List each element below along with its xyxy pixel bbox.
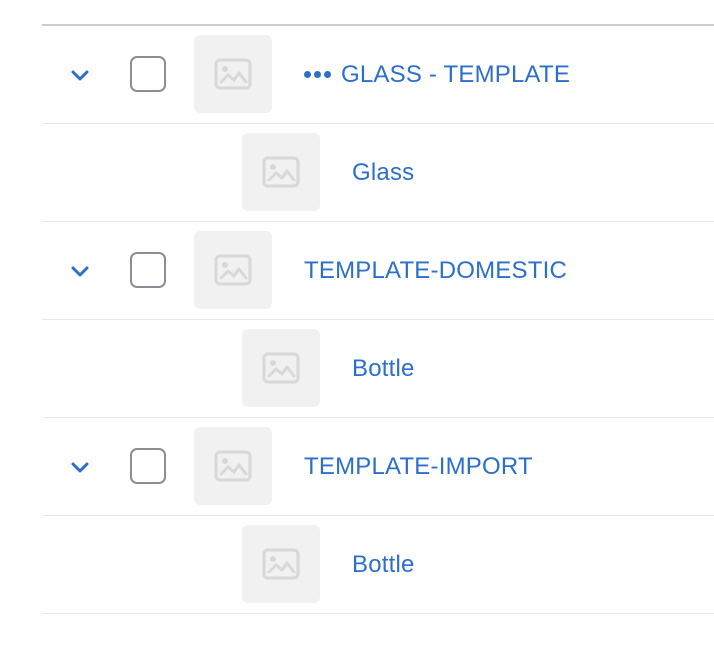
product-row: TEMPLATE-IMPORT xyxy=(42,418,714,516)
variant-thumbnail xyxy=(242,329,320,407)
variant-title-link[interactable]: Glass xyxy=(352,124,414,221)
image-placeholder-icon xyxy=(214,254,252,286)
product-thumbnail xyxy=(194,427,272,505)
product-thumbnail xyxy=(194,231,272,309)
image-placeholder-icon xyxy=(214,58,252,90)
product-row: GLASS - TEMPLATE xyxy=(42,26,714,124)
variant-row: Glass xyxy=(42,124,714,222)
more-options-icon[interactable] xyxy=(304,71,331,78)
chevron-down-icon[interactable] xyxy=(68,455,92,479)
image-placeholder-icon xyxy=(214,450,252,482)
chevron-down-icon[interactable] xyxy=(68,63,92,87)
variant-title-link[interactable]: Bottle xyxy=(352,516,415,613)
row-select-checkbox[interactable] xyxy=(130,448,166,484)
product-row: TEMPLATE-DOMESTIC xyxy=(42,222,714,320)
chevron-down-icon[interactable] xyxy=(68,259,92,283)
product-title-link[interactable]: TEMPLATE-IMPORT xyxy=(304,418,533,515)
product-title-link[interactable]: GLASS - TEMPLATE xyxy=(304,26,570,123)
variant-thumbnail xyxy=(242,133,320,211)
image-placeholder-icon xyxy=(262,352,300,384)
variant-title-link[interactable]: Bottle xyxy=(352,320,415,417)
image-placeholder-icon xyxy=(262,156,300,188)
variant-row: Bottle xyxy=(42,320,714,418)
product-list-page: GLASS - TEMPLATE Glass TEMPLATE-DOMESTIC… xyxy=(0,0,714,656)
variant-thumbnail xyxy=(242,525,320,603)
variant-row: Bottle xyxy=(42,516,714,614)
row-select-checkbox[interactable] xyxy=(130,252,166,288)
image-placeholder-icon xyxy=(262,548,300,580)
product-title-text: GLASS - TEMPLATE xyxy=(341,60,571,88)
product-title-link[interactable]: TEMPLATE-DOMESTIC xyxy=(304,222,567,319)
product-list: GLASS - TEMPLATE Glass TEMPLATE-DOMESTIC… xyxy=(42,26,714,614)
row-select-checkbox[interactable] xyxy=(130,56,166,92)
product-thumbnail xyxy=(194,35,272,113)
